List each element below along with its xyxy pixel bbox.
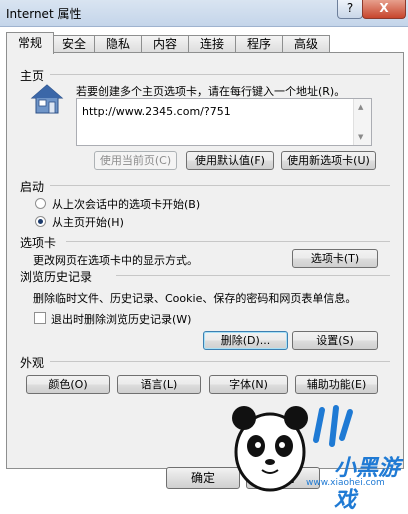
home-url-textarea[interactable]: http://www.2345.com/?751 ▲ ▼: [76, 98, 372, 146]
appearance-divider: [50, 361, 390, 362]
use-default-button[interactable]: 使用默认值(F): [186, 151, 274, 170]
accessibility-button[interactable]: 辅助功能(E): [295, 375, 378, 394]
radio-home[interactable]: [35, 216, 46, 227]
tabs-description: 更改网页在选项卡中的显示方式。: [33, 254, 198, 267]
watermark-logo: 小黑游戏 www.xiaohei.com: [226, 400, 408, 513]
url-scrollbar[interactable]: ▲ ▼: [353, 99, 371, 145]
tabs-button[interactable]: 选项卡(T): [292, 249, 378, 268]
use-current-button[interactable]: 使用当前页(C): [94, 151, 177, 170]
tab-programs[interactable]: 程序: [235, 35, 283, 53]
scroll-down-icon[interactable]: ▼: [358, 133, 363, 141]
watermark-url: www.xiaohei.com: [306, 478, 385, 488]
use-new-tab-button[interactable]: 使用新选项卡(U): [281, 151, 376, 170]
home-divider: [50, 74, 390, 75]
history-description: 删除临时文件、历史记录、Cookie、保存的密码和网页表单信息。: [33, 292, 357, 305]
appearance-heading: 外观: [20, 356, 45, 370]
tabs-divider: [66, 241, 390, 242]
delete-on-exit-checkbox[interactable]: [34, 312, 46, 324]
scroll-up-icon[interactable]: ▲: [358, 103, 363, 111]
startup-heading: 启动: [20, 180, 45, 194]
radio-last-session-label[interactable]: 从上次会话中的选项卡开始(B): [52, 196, 200, 212]
tab-connections[interactable]: 连接: [188, 35, 236, 53]
fonts-button[interactable]: 字体(N): [209, 375, 288, 394]
tab-general[interactable]: 常规: [6, 32, 54, 54]
tab-advanced[interactable]: 高级: [282, 35, 330, 53]
radio-last-session[interactable]: [35, 198, 46, 209]
close-button[interactable]: X: [362, 0, 406, 19]
tab-content[interactable]: 内容: [141, 35, 189, 53]
house-icon: [30, 82, 64, 116]
delete-button[interactable]: 删除(D)...: [203, 331, 288, 350]
colors-button[interactable]: 颜色(O): [26, 375, 110, 394]
delete-on-exit-label[interactable]: 退出时删除浏览历史记录(W): [51, 311, 191, 327]
tab-privacy[interactable]: 隐私: [94, 35, 142, 53]
title-bar: Internet 属性 ? X: [0, 0, 408, 27]
window-title: Internet 属性: [6, 7, 82, 21]
help-button[interactable]: ?: [337, 0, 363, 19]
startup-divider: [50, 185, 390, 186]
home-instruction: 若要创建多个主页选项卡，请在每行键入一个地址(R)。: [76, 85, 346, 98]
history-divider: [116, 275, 390, 276]
history-heading: 浏览历史记录: [20, 270, 93, 284]
tabs-heading: 选项卡: [20, 236, 57, 250]
radio-home-label[interactable]: 从主页开始(H): [52, 214, 124, 230]
home-url-value: http://www.2345.com/?751: [82, 105, 231, 118]
languages-button[interactable]: 语言(L): [117, 375, 201, 394]
history-settings-button[interactable]: 设置(S): [292, 331, 378, 350]
tab-security[interactable]: 安全: [53, 35, 95, 53]
